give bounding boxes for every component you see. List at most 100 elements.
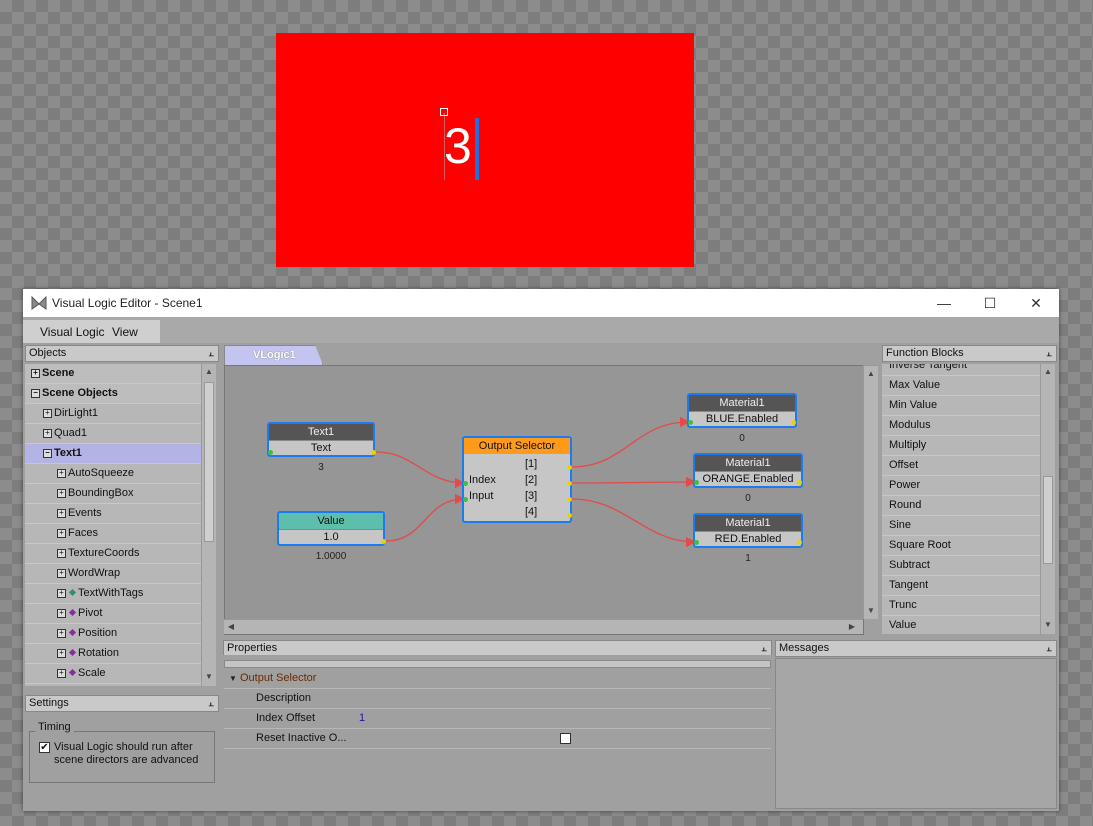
function-block-item[interactable]: Subtract bbox=[882, 556, 1040, 576]
tree-item-scene-objects[interactable]: − Scene Objects bbox=[25, 384, 201, 404]
output-port[interactable] bbox=[797, 540, 802, 545]
expand-icon[interactable]: + bbox=[57, 609, 66, 618]
objects-tree[interactable]: + Scene − Scene Objects + DirLight1 + Quad1 … bbox=[25, 364, 201, 686]
tree-item-texturecoords[interactable]: + TextureCoords bbox=[25, 544, 201, 564]
output-port[interactable] bbox=[791, 420, 796, 425]
tree-item-autosqueeze[interactable]: + AutoSqueeze bbox=[25, 464, 201, 484]
scroll-right-icon[interactable]: ▶ bbox=[846, 620, 858, 634]
output-port[interactable] bbox=[371, 450, 376, 455]
tree-item-textwithtags[interactable]: + TextWithTags bbox=[25, 584, 201, 604]
tree-item-events[interactable]: + Events bbox=[25, 504, 201, 524]
function-block-item[interactable]: Sine bbox=[882, 516, 1040, 536]
input-port[interactable] bbox=[688, 420, 693, 425]
tree-item-dirlight1[interactable]: + DirLight1 bbox=[25, 404, 201, 424]
function-block-item[interactable]: Square Root bbox=[882, 536, 1040, 556]
collapse-icon[interactable]: − bbox=[43, 449, 52, 458]
tree-item-boundingbox[interactable]: + BoundingBox bbox=[25, 484, 201, 504]
scroll-left-icon[interactable]: ◀ bbox=[225, 620, 237, 634]
properties-column-header[interactable] bbox=[224, 660, 771, 668]
pin-icon[interactable]: ⫠ bbox=[208, 696, 214, 711]
expand-icon[interactable]: + bbox=[57, 669, 66, 678]
property-row-description[interactable]: Description bbox=[224, 689, 771, 709]
tree-item-faces[interactable]: + Faces bbox=[25, 524, 201, 544]
node-graph-canvas[interactable]: Text1 Text 3 Value 1.0 1.0000 Output Sel… bbox=[224, 365, 864, 635]
run-after-directors-checkbox[interactable]: ✔ bbox=[39, 742, 50, 753]
close-button[interactable]: ✕ bbox=[1013, 289, 1059, 317]
output-port[interactable] bbox=[567, 513, 572, 518]
node-material-blue[interactable]: Material1 BLUE.Enabled bbox=[687, 393, 797, 428]
node-material-orange[interactable]: Material1 ORANGE.Enabled bbox=[693, 453, 803, 488]
tab-vlogic1[interactable]: VLogic1 bbox=[224, 345, 323, 365]
expand-icon[interactable]: + bbox=[57, 629, 66, 638]
input-port[interactable] bbox=[694, 480, 699, 485]
function-block-item[interactable]: Tangent bbox=[882, 576, 1040, 596]
expand-icon[interactable]: + bbox=[57, 489, 66, 498]
expand-icon[interactable]: + bbox=[57, 469, 66, 478]
expand-icon[interactable]: + bbox=[31, 369, 40, 378]
tree-item-scale[interactable]: + Scale bbox=[25, 664, 201, 684]
scroll-up-icon[interactable]: ▲ bbox=[1042, 365, 1054, 379]
graph-vscrollbar[interactable]: ▲ ▼ bbox=[863, 365, 878, 619]
tree-item-rotation[interactable]: + Rotation bbox=[25, 644, 201, 664]
input-port[interactable] bbox=[463, 481, 468, 486]
reset-inactive-checkbox[interactable] bbox=[560, 733, 571, 744]
scroll-down-icon[interactable]: ▼ bbox=[203, 670, 215, 684]
input-port[interactable] bbox=[268, 450, 273, 455]
maximize-button[interactable]: ☐ bbox=[967, 289, 1013, 317]
node-text1[interactable]: Text1 Text bbox=[267, 422, 375, 457]
function-block-item[interactable]: Power bbox=[882, 476, 1040, 496]
menu-visual-logic[interactable]: Visual Logic bbox=[40, 325, 105, 339]
pivot-handle[interactable] bbox=[440, 108, 448, 116]
output-port[interactable] bbox=[567, 481, 572, 486]
function-blocks-scroll-thumb[interactable] bbox=[1043, 476, 1053, 564]
tree-item-text1[interactable]: − Text1 bbox=[25, 444, 201, 464]
scroll-down-icon[interactable]: ▼ bbox=[1042, 618, 1054, 632]
expand-icon[interactable]: + bbox=[57, 549, 66, 558]
function-blocks-scrollbar[interactable]: ▲ ▼ bbox=[1040, 364, 1055, 634]
expand-icon[interactable]: + bbox=[57, 529, 66, 538]
output-port[interactable] bbox=[797, 480, 802, 485]
output-port[interactable] bbox=[567, 497, 572, 502]
node-value-field[interactable]: 1.0 bbox=[279, 529, 383, 545]
collapse-icon[interactable]: − bbox=[31, 389, 40, 398]
objects-scrollbar[interactable]: ▲ ▼ bbox=[201, 364, 216, 686]
expand-icon[interactable]: + bbox=[57, 649, 66, 658]
function-block-item[interactable]: Modulus bbox=[882, 416, 1040, 436]
function-blocks-list[interactable]: Inverse Tangent Max Value Min Value Modu… bbox=[882, 364, 1040, 634]
node-material-red[interactable]: Material1 RED.Enabled bbox=[693, 513, 803, 548]
minimize-button[interactable]: — bbox=[921, 289, 967, 317]
function-block-item[interactable]: Round bbox=[882, 496, 1040, 516]
scroll-up-icon[interactable]: ▲ bbox=[203, 365, 215, 379]
function-block-item[interactable]: Value bbox=[882, 616, 1040, 634]
function-block-item[interactable]: Multiply bbox=[882, 436, 1040, 456]
tree-item-wordwrap[interactable]: + WordWrap bbox=[25, 564, 201, 584]
menu-view[interactable]: View bbox=[112, 325, 138, 339]
expand-icon[interactable]: + bbox=[57, 509, 66, 518]
input-port[interactable] bbox=[463, 497, 468, 502]
input-port[interactable] bbox=[694, 540, 699, 545]
property-row-index-offset[interactable]: Index Offset 1 bbox=[224, 709, 771, 729]
title-bar[interactable]: Visual Logic Editor - Scene1 — ☐ ✕ bbox=[23, 289, 1059, 317]
function-block-item[interactable]: Trunc bbox=[882, 596, 1040, 616]
property-group-output-selector[interactable]: ▼ Output Selector bbox=[224, 669, 771, 689]
function-block-item[interactable]: Max Value bbox=[882, 376, 1040, 396]
pin-icon[interactable]: ⫠ bbox=[761, 641, 767, 656]
tree-item-quad1[interactable]: + Quad1 bbox=[25, 424, 201, 444]
tree-item-pivot[interactable]: + Pivot bbox=[25, 604, 201, 624]
expand-icon[interactable]: + bbox=[57, 589, 66, 598]
graph-hscrollbar[interactable]: ◀ ▶ bbox=[224, 619, 863, 634]
pin-icon[interactable]: ⫠ bbox=[208, 346, 214, 361]
scene-viewport[interactable]: 3 bbox=[276, 33, 694, 267]
expand-icon[interactable]: + bbox=[43, 429, 52, 438]
node-value[interactable]: Value 1.0 bbox=[277, 511, 385, 546]
scroll-down-icon[interactable]: ▼ bbox=[865, 604, 877, 618]
pin-icon[interactable]: ⫠ bbox=[1046, 346, 1052, 361]
output-port[interactable] bbox=[567, 465, 572, 470]
expand-icon[interactable]: + bbox=[43, 409, 52, 418]
property-value-index-offset[interactable]: 1 bbox=[359, 709, 365, 728]
objects-scroll-thumb[interactable] bbox=[204, 382, 214, 542]
property-row-reset-inactive[interactable]: Reset Inactive O... bbox=[224, 729, 771, 749]
scroll-up-icon[interactable]: ▲ bbox=[865, 367, 877, 381]
function-block-item[interactable]: Inverse Tangent bbox=[882, 364, 1040, 376]
tree-item-scene[interactable]: + Scene bbox=[25, 364, 201, 384]
